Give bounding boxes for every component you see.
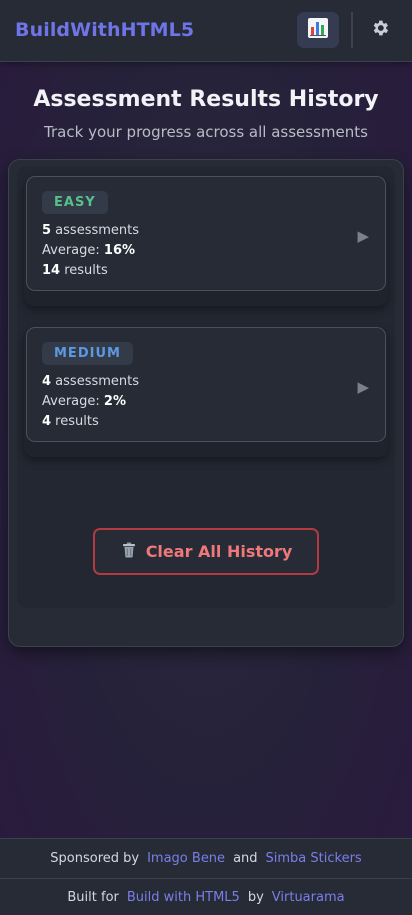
page-title: Assessment Results History	[33, 87, 379, 112]
average-score: Average: 16%	[42, 243, 136, 258]
built-for-text: Built for	[67, 889, 119, 905]
bar-chart-icon	[306, 16, 330, 44]
by-text: by	[247, 889, 264, 905]
sponsored-by-text: Sponsored by	[50, 851, 140, 866]
gear-icon	[370, 18, 390, 42]
header-divider	[351, 12, 353, 48]
sponsor-link-simba-stickers[interactable]: Simba Stickers	[266, 851, 362, 866]
app-header: BuildWithHTML5	[0, 0, 412, 62]
assessments-count: 5 assessments	[42, 223, 140, 238]
page-subtitle: Track your progress across all assessmen…	[44, 123, 368, 141]
credits-footer: Built for Build with HTML5 by Virtuarama	[0, 878, 412, 915]
expand-arrow-icon[interactable]: ▶	[357, 227, 369, 245]
difficulty-badge: MEDIUM	[42, 342, 133, 365]
results-button[interactable]	[297, 12, 339, 48]
results-count: 14 results	[42, 263, 108, 278]
brand-logo[interactable]: BuildWithHTML5	[15, 19, 194, 41]
clear-history-button[interactable]: Clear All History	[93, 528, 319, 575]
assessments-count: 4 assessments	[42, 374, 140, 389]
sponsor-link-imago-bene[interactable]: Imago Bene	[147, 851, 225, 866]
results-count: 4 results	[42, 414, 99, 429]
author-link[interactable]: Virtuarama	[272, 890, 345, 905]
trash-icon	[120, 541, 138, 563]
and-text: and	[233, 851, 258, 866]
difficulty-card-medium[interactable]: MEDIUM 4 assessments Average: 2% 4 resul…	[26, 327, 386, 442]
settings-button[interactable]	[364, 14, 396, 46]
project-link[interactable]: Build with HTML5	[127, 890, 240, 905]
sponsor-footer: Sponsored by Imago Bene and Simba Sticke…	[0, 838, 412, 878]
expand-arrow-icon[interactable]: ▶	[357, 378, 369, 396]
difficulty-card-easy[interactable]: EASY 5 assessments Average: 16% 14 resul…	[26, 176, 386, 291]
average-score: Average: 2%	[42, 394, 126, 409]
difficulty-badge: EASY	[42, 191, 108, 214]
clear-history-label: Clear All History	[145, 542, 293, 561]
